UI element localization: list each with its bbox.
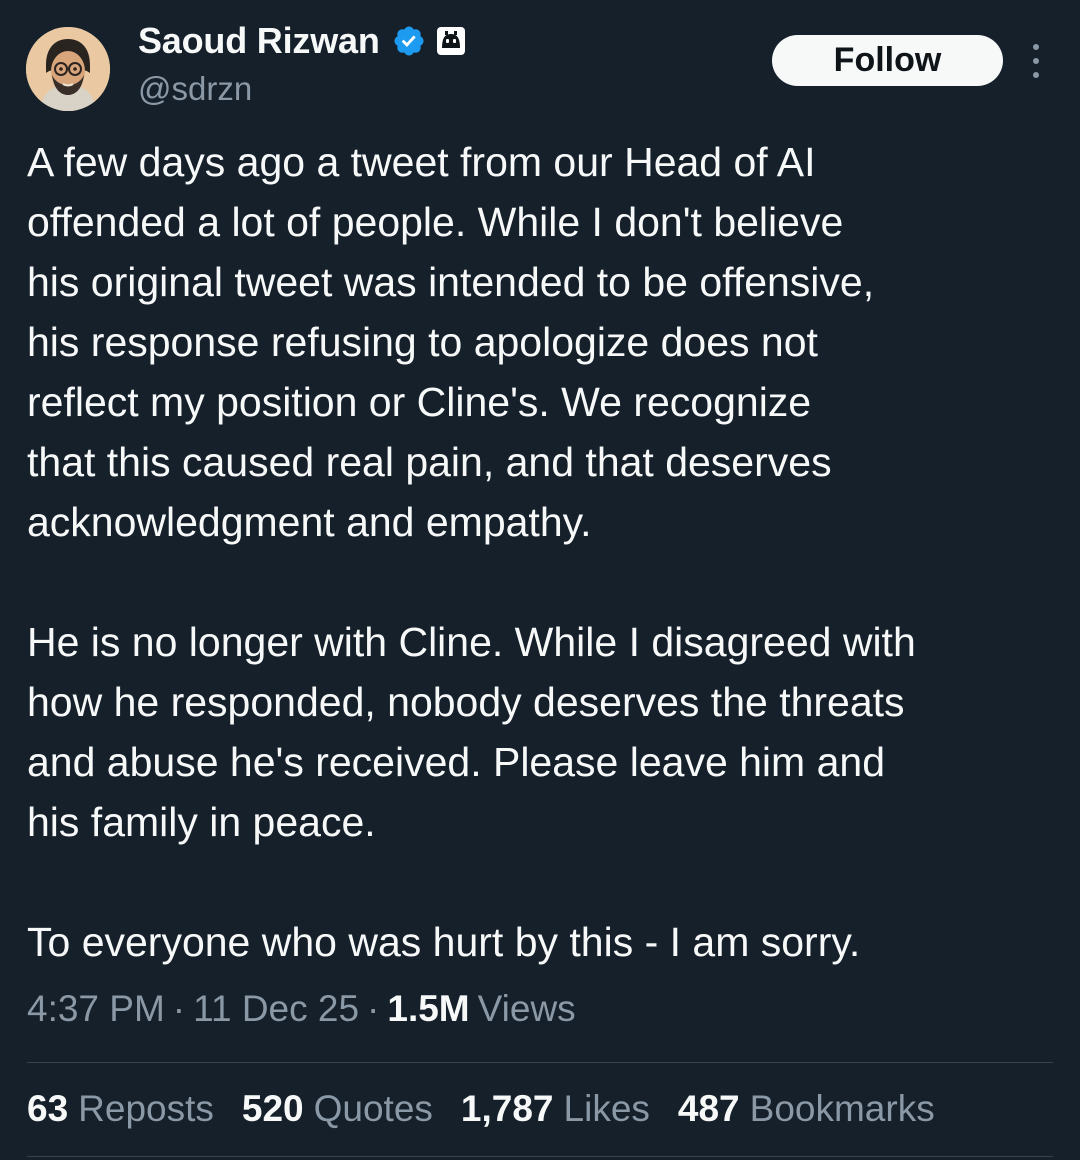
more-dot [1033, 58, 1039, 64]
quotes-count: 520 [241, 1088, 304, 1129]
views-count[interactable]: 1.5M [387, 988, 469, 1030]
likes-count: 1,787 [460, 1088, 554, 1129]
author-display-name[interactable]: Saoud Rizwan [138, 20, 380, 62]
likes-label: Likes [563, 1088, 650, 1129]
more-vertical-icon[interactable] [1024, 40, 1048, 82]
bot-icon[interactable] [436, 26, 466, 56]
more-dot [1033, 44, 1039, 50]
tweet-meta: 4:37 PM · 11 Dec 25 · 1.5M Views [27, 988, 576, 1030]
engagement-stats: 63 Reposts 520 Quotes 1,787 Likes 487 Bo… [27, 1088, 963, 1130]
reposts-stat[interactable]: 63 Reposts [27, 1088, 214, 1130]
reposts-count: 63 [27, 1088, 69, 1129]
meta-separator: · [172, 988, 186, 1029]
tweet-paragraph: To everyone who was hurt by this - I am … [27, 919, 861, 965]
more-dot [1033, 72, 1039, 78]
tweet-date[interactable]: 11 Dec 25 [193, 988, 359, 1030]
tweet-text: A few days ago a tweet from our Head of … [27, 132, 1067, 972]
author-handle[interactable]: @sdrzn [138, 70, 698, 108]
bookmarks-count: 487 [677, 1088, 740, 1129]
avatar[interactable] [26, 27, 110, 111]
divider [27, 1156, 1053, 1157]
tweet-paragraph: He is no longer with Cline. While I disa… [27, 619, 916, 845]
bookmarks-stat[interactable]: 487 Bookmarks [678, 1088, 935, 1130]
tweet-paragraph: A few days ago a tweet from our Head of … [27, 139, 875, 545]
author-block: Saoud Rizwan @sdrzn [138, 18, 698, 108]
views-label[interactable]: Views [478, 988, 576, 1030]
quotes-label: Quotes [313, 1088, 433, 1129]
divider [27, 1062, 1053, 1063]
quotes-stat[interactable]: 520 Quotes [242, 1088, 433, 1130]
verified-checkmark-icon[interactable] [392, 24, 426, 58]
meta-separator: · [367, 988, 380, 1029]
reposts-label: Reposts [78, 1088, 214, 1129]
follow-button[interactable]: Follow [772, 35, 1003, 86]
author-name-row: Saoud Rizwan [138, 18, 698, 64]
avatar-portrait-icon [26, 27, 110, 111]
bookmarks-label: Bookmarks [749, 1088, 935, 1129]
likes-stat[interactable]: 1,787 Likes [461, 1088, 650, 1130]
tweet-time[interactable]: 4:37 PM [27, 988, 165, 1030]
